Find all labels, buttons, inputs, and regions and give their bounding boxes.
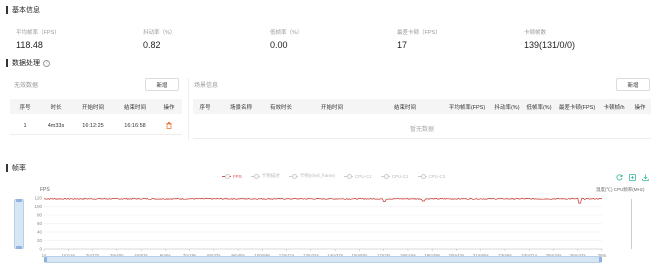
y-tick-label: 60 bbox=[37, 221, 43, 226]
legend-label: CPU-C2 bbox=[391, 173, 409, 179]
legend-marker bbox=[222, 174, 231, 179]
invalid-data-table-header: 序号 时长 开始时间 结束时间 操作 bbox=[10, 99, 182, 114]
section-marker bbox=[6, 164, 8, 172]
col-header: 开始时间 bbox=[81, 104, 104, 111]
y-tick-label: 80 bbox=[37, 213, 43, 218]
legend-marker bbox=[380, 174, 390, 179]
stat-value: 0.00 bbox=[270, 40, 288, 50]
refresh-icon[interactable] bbox=[616, 174, 623, 181]
stat-label: 卡顿帧数 bbox=[524, 30, 547, 36]
y-tick-label: 40 bbox=[37, 230, 43, 235]
legend-label: CPU-C3 bbox=[428, 173, 446, 179]
table-row: 1 4m33s 16:12:25 16:16:58 bbox=[10, 117, 182, 135]
stat-low-fps: 低帧率（%） 0.00 bbox=[270, 28, 302, 50]
fps-section-title: 帧率 bbox=[6, 163, 26, 173]
col-header: 序号 bbox=[199, 104, 211, 111]
stat-value: 118.48 bbox=[16, 40, 43, 50]
stat-avg-fps: 平均帧率（FPS） 118.48 bbox=[16, 28, 60, 50]
col-header: 抖动率(%) bbox=[494, 104, 520, 111]
invalid-data-header: 无效数据 bbox=[14, 83, 39, 89]
stat-jitter: 抖动率（%） 0.82 bbox=[143, 28, 175, 50]
scene-empty-text: 暂无数据 bbox=[409, 127, 434, 133]
legend-item-fps[interactable]: FPS bbox=[222, 174, 242, 179]
y-tick-label: 0 bbox=[39, 247, 42, 252]
col-header: 最差卡顿(FPS) bbox=[558, 104, 596, 111]
scene-table-header: 序号 场景名称 有效时长 开始时间 结束时间 平均帧率(FPS) 抖动率(%) … bbox=[193, 99, 651, 114]
fps-line-chart: 0204060801001201s1m14s2m27s3m40s4m53s6m6… bbox=[34, 196, 606, 259]
legend-item[interactable]: CPU-C1 bbox=[344, 174, 372, 179]
stat-label: 平均帧率（FPS） bbox=[16, 30, 60, 36]
legend-marker bbox=[344, 174, 354, 179]
row-duration: 4m33s bbox=[47, 122, 65, 129]
col-header: 操作 bbox=[163, 104, 175, 111]
col-header: 低帧率(%) bbox=[526, 104, 552, 111]
stat-value: 0.82 bbox=[143, 40, 161, 50]
row-start: 16:12:25 bbox=[82, 122, 104, 129]
legend-marker bbox=[288, 174, 298, 179]
legend-item[interactable]: 卡顿描述 bbox=[250, 173, 280, 179]
col-header: 结束时间 bbox=[123, 104, 146, 111]
col-header: 场景名称 bbox=[229, 104, 252, 111]
question-circle-icon[interactable]: ? bbox=[43, 59, 50, 67]
legend-label: 卡顿(shell_frame) bbox=[299, 173, 336, 178]
stat-label: 最差卡顿（FPS） bbox=[397, 30, 441, 36]
legend-label: FPS bbox=[233, 173, 242, 179]
y-range-slider[interactable] bbox=[14, 199, 24, 249]
col-header: 有效时长 bbox=[269, 104, 292, 111]
legend-marker bbox=[417, 174, 427, 179]
col-header: 操作 bbox=[634, 104, 646, 111]
col-header: 开始时间 bbox=[320, 104, 343, 111]
legend-marker bbox=[250, 174, 260, 179]
download-icon[interactable] bbox=[642, 174, 649, 181]
panel-divider bbox=[188, 78, 189, 140]
col-header: 卡顿帧/h bbox=[603, 104, 625, 111]
col-header: 时长 bbox=[50, 104, 62, 111]
y-tick-label: 20 bbox=[37, 238, 43, 243]
delete-icon[interactable] bbox=[166, 122, 172, 129]
legend-item[interactable]: 卡顿(shell_frame) bbox=[288, 173, 336, 179]
data-processing-title-text: 数据处理 bbox=[12, 60, 40, 67]
zoom-icon[interactable] bbox=[629, 174, 636, 181]
col-header: 序号 bbox=[19, 104, 31, 111]
row-action bbox=[156, 122, 182, 129]
x-range-slider[interactable] bbox=[44, 256, 602, 263]
legend-label: CPU-C1 bbox=[355, 173, 372, 179]
y-right-range-track[interactable] bbox=[631, 199, 632, 249]
y-range-handle-bottom[interactable] bbox=[16, 246, 22, 249]
fps-section-title-text: 帧率 bbox=[12, 165, 26, 172]
y-tick-label: 120 bbox=[34, 196, 42, 201]
stat-jank-frames: 卡顿帧数 139(131/0/0) bbox=[524, 28, 575, 50]
data-processing-title: 数据处理 ? bbox=[6, 58, 50, 68]
section-marker bbox=[6, 6, 8, 14]
legend-item[interactable]: CPU-C3 bbox=[417, 173, 446, 179]
col-header: 结束时间 bbox=[393, 104, 416, 111]
stat-label: 抖动率（%） bbox=[143, 30, 176, 36]
col-header: 平均帧率(FPS) bbox=[448, 104, 486, 111]
basic-info-title: 基本信息 bbox=[6, 5, 40, 15]
scene-info-header: 场景信息 bbox=[194, 83, 219, 89]
divider bbox=[193, 138, 651, 139]
legend-item[interactable]: CPU-C2 bbox=[380, 173, 409, 179]
stat-worst-jank: 最差卡顿（FPS） 17 bbox=[397, 28, 441, 50]
add-scene-button[interactable]: 新增 bbox=[616, 78, 650, 91]
y-tick-label: 100 bbox=[34, 204, 42, 209]
fps-series-line bbox=[43, 197, 603, 204]
basic-info-title-text: 基本信息 bbox=[12, 7, 40, 14]
row-index: 1 bbox=[23, 122, 27, 129]
y-range-handle-top[interactable] bbox=[16, 199, 22, 202]
section-marker bbox=[6, 59, 8, 67]
stat-value: 139(131/0/0) bbox=[524, 40, 576, 50]
chart-legend: FPS 卡顿描述 卡顿(shell_frame) CPU-C1 CPU-C2 C… bbox=[222, 173, 445, 179]
stat-label: 低帧率（%） bbox=[270, 30, 303, 36]
x-range-handle-left[interactable] bbox=[44, 257, 47, 262]
row-end: 16:16:58 bbox=[124, 122, 146, 129]
stat-value: 17 bbox=[397, 40, 408, 50]
legend-label: 卡顿描述 bbox=[261, 173, 280, 178]
add-invalid-data-button[interactable]: 新增 bbox=[145, 78, 179, 91]
x-range-handle-right[interactable] bbox=[599, 257, 602, 262]
